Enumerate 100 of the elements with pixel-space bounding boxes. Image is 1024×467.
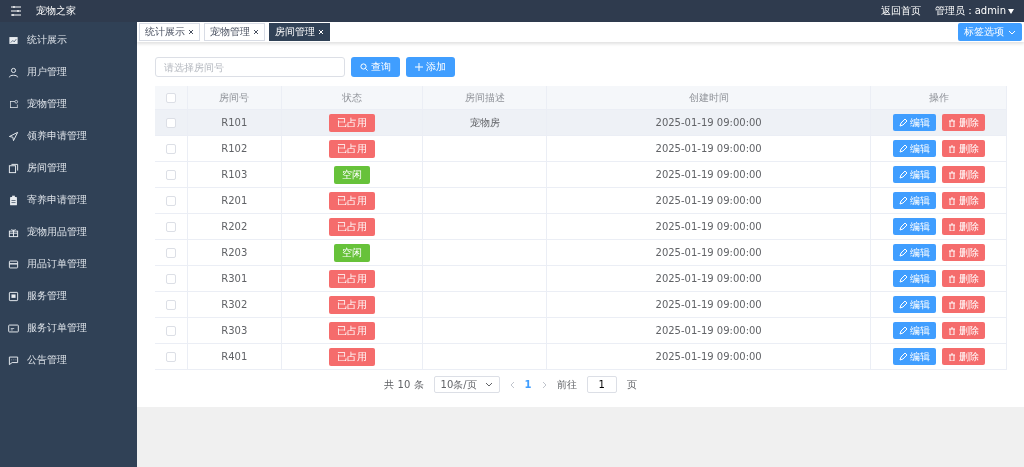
tab[interactable]: 房间管理	[269, 23, 330, 41]
chevron-down-icon	[484, 382, 493, 387]
checkbox[interactable]	[166, 196, 176, 206]
sidebar-item[interactable]: 宠物管理	[0, 88, 137, 120]
trash-icon	[947, 144, 956, 153]
chevron-down-icon	[1008, 29, 1016, 35]
search-icon	[360, 63, 368, 71]
table-cell: 2025-01-19 09:00:00	[546, 109, 871, 136]
checkbox[interactable]	[166, 118, 176, 128]
table-cell: 2025-01-19 09:00:00	[546, 317, 871, 344]
table-cell: R301	[187, 265, 282, 292]
sidebar-item[interactable]: 公告管理	[0, 344, 137, 376]
dropdown-icon[interactable]	[1008, 8, 1014, 14]
table-row[interactable]: R301 已占用 2025-01-19 09:00:00 编辑 删除	[155, 265, 1007, 292]
table-row[interactable]: R201 已占用 2025-01-19 09:00:00 编辑 删除	[155, 187, 1007, 214]
trash-icon	[947, 222, 956, 231]
table-row[interactable]: R102 已占用 2025-01-19 09:00:00 编辑 删除	[155, 135, 1007, 162]
pencil-icon	[898, 352, 907, 361]
total-count: 共 10 条	[384, 377, 424, 392]
status-tag: 已占用	[329, 295, 376, 314]
trash-icon	[947, 170, 956, 179]
table-cell: 2025-01-19 09:00:00	[546, 291, 871, 318]
table-row[interactable]: R203 空闲 2025-01-19 09:00:00 编辑 删除	[155, 239, 1007, 266]
trash-icon	[947, 248, 956, 257]
id-card-icon	[8, 322, 19, 334]
close-icon[interactable]	[253, 29, 259, 35]
pencil-icon	[898, 196, 907, 205]
column-header: 操作	[870, 86, 1007, 110]
page-input[interactable]: 1	[586, 376, 617, 393]
trash-icon	[947, 352, 956, 361]
column-header: 房间号	[187, 86, 282, 110]
status-tag: 已占用	[329, 347, 376, 366]
trash-icon	[947, 118, 956, 127]
clipboard-icon	[8, 194, 19, 206]
checkbox[interactable]	[166, 300, 176, 310]
table-cell: 2025-01-19 09:00:00	[546, 135, 871, 162]
pencil-icon	[898, 326, 907, 335]
pencil-icon	[898, 144, 907, 153]
pencil-icon	[898, 248, 907, 257]
table-row[interactable]: R101 已占用 宠物房 2025-01-19 09:00:00 编辑 删除	[155, 109, 1007, 136]
sidebar-item[interactable]: 寄养申请管理	[0, 184, 137, 216]
table-cell: 2025-01-19 09:00:00	[546, 239, 871, 266]
prev-page-icon[interactable]	[509, 380, 515, 389]
checkbox[interactable]	[166, 274, 176, 284]
table-row[interactable]: R302 已占用 2025-01-19 09:00:00 编辑 删除	[155, 291, 1007, 318]
sidebar-item[interactable]: 宠物用品管理	[0, 216, 137, 248]
status-tag: 已占用	[329, 321, 376, 340]
table-cell: 2025-01-19 09:00:00	[546, 213, 871, 240]
checkbox[interactable]	[166, 170, 176, 180]
close-icon[interactable]	[188, 29, 194, 35]
sidebar-item[interactable]: 房间管理	[0, 152, 137, 184]
checkbox[interactable]	[166, 144, 176, 154]
tab[interactable]: 统计展示	[139, 23, 200, 41]
goto-label: 前往	[556, 377, 577, 392]
app-title: 宠物之家	[36, 4, 77, 18]
plus-icon	[415, 63, 423, 71]
checkbox[interactable]	[166, 222, 176, 232]
status-tag: 空闲	[334, 243, 371, 262]
sidebar-item[interactable]: 用品订单管理	[0, 248, 137, 280]
table-cell: R103	[187, 161, 282, 188]
sidebar-item[interactable]: 服务订单管理	[0, 312, 137, 344]
trash-icon	[947, 274, 956, 283]
checkbox[interactable]	[166, 248, 176, 258]
pencil-icon	[898, 300, 907, 309]
tab[interactable]: 宠物管理	[204, 23, 265, 41]
status-tag: 已占用	[329, 191, 376, 210]
sidebar-item[interactable]: 服务管理	[0, 280, 137, 312]
table-cell: 宠物房	[423, 109, 547, 136]
sidebar-item[interactable]: 领养申请管理	[0, 120, 137, 152]
gift-icon	[8, 226, 19, 238]
checkbox[interactable]	[166, 352, 176, 362]
checkbox[interactable]	[166, 326, 176, 336]
checkbox[interactable]	[166, 93, 176, 103]
page-label: 页	[626, 377, 637, 392]
sidebar-item[interactable]: 用户管理	[0, 56, 137, 88]
column-header: 房间描述	[423, 86, 547, 110]
table-cell: R102	[187, 135, 282, 162]
card-icon	[8, 258, 19, 270]
user-icon	[8, 66, 19, 78]
search-field[interactable]: 请选择房间号	[155, 57, 345, 77]
table-cell: R201	[187, 187, 282, 214]
status-tag: 已占用	[329, 139, 376, 158]
table-cell: R401	[187, 343, 282, 370]
table-cell: R302	[187, 291, 282, 318]
user-menu[interactable]: 管理员：admin	[934, 4, 1006, 18]
table-cell: 2025-01-19 09:00:00	[546, 265, 871, 292]
message-icon	[8, 354, 19, 366]
table-cell: R303	[187, 317, 282, 344]
table-row[interactable]: R401 已占用 2025-01-19 09:00:00 编辑 删除	[155, 343, 1007, 370]
frame-icon	[8, 98, 19, 110]
page-size-select[interactable]: 10条/页	[433, 376, 500, 393]
table-row[interactable]: R202 已占用 2025-01-19 09:00:00 编辑 删除	[155, 213, 1007, 240]
pencil-icon	[898, 170, 907, 179]
next-page-icon[interactable]	[541, 380, 547, 389]
table-row[interactable]: R103 空闲 2025-01-19 09:00:00 编辑 删除	[155, 161, 1007, 188]
pencil-icon	[898, 274, 907, 283]
menu-icon[interactable]	[10, 5, 22, 17]
sidebar-item[interactable]: 统计展示	[0, 24, 137, 56]
home-link[interactable]: 返回首页	[880, 4, 921, 18]
table-row[interactable]: R303 已占用 2025-01-19 09:00:00 编辑 删除	[155, 317, 1007, 344]
